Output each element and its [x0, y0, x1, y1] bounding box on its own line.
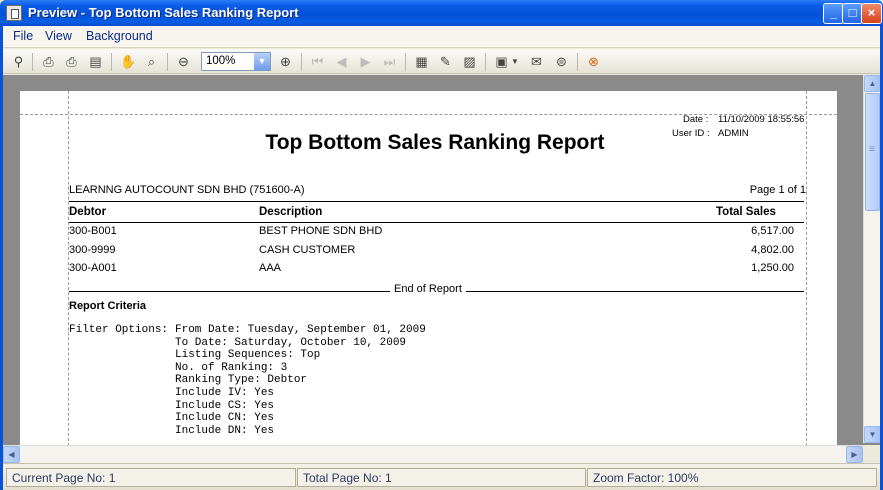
description-cell: BEST PHONE SDN BHD — [259, 225, 383, 237]
toolbar-separator — [301, 53, 302, 71]
status-bar: Current Page No: 1 Total Page No: 1 Zoom… — [3, 463, 880, 490]
scroll-right-icon[interactable]: ▶ — [846, 446, 863, 463]
description-cell: AAA — [259, 262, 282, 274]
filter-line: Include IV: Yes — [175, 387, 275, 399]
page-setup-icon[interactable]: ▤ — [87, 53, 104, 70]
total-sales-cell: 4,802.00 — [751, 244, 794, 256]
close-button[interactable]: × — [861, 3, 882, 24]
multiple-pages-icon[interactable]: ▦ — [413, 53, 430, 70]
total-sales-cell: 6,517.00 — [751, 225, 794, 237]
header-rule — [69, 222, 804, 223]
menu-file[interactable]: File — [13, 29, 33, 43]
first-page-icon[interactable]: ⏮ — [309, 53, 326, 70]
status-current-page: Current Page No: 1 — [6, 468, 296, 487]
zoom-in-icon[interactable]: ⊕ — [277, 53, 294, 70]
zoom-select[interactable]: 100% ▼ — [201, 52, 271, 71]
filter-line: From Date: Tuesday, September 01, 2009 — [175, 324, 426, 336]
menu-background[interactable]: Background — [86, 29, 153, 43]
page-info: Page 1 of 1 — [749, 184, 806, 196]
scrollbar-corner — [863, 445, 880, 463]
filter-line: To Date: Saturday, October 10, 2009 — [175, 336, 407, 349]
magnifier-icon[interactable]: ⌕ — [143, 53, 160, 70]
toolbar-separator — [111, 53, 112, 71]
zoom-out-icon[interactable]: ⊖ — [175, 53, 192, 70]
date-label: Date : — [683, 114, 709, 125]
company-name: LEARNNG AUTOCOUNT SDN BHD (751600-A) — [69, 184, 305, 196]
print-icon[interactable]: ⎙ — [63, 53, 80, 70]
scroll-down-icon[interactable]: ▼ — [864, 426, 880, 443]
status-total-page: Total Page No: 1 — [297, 468, 586, 487]
report-criteria-title: Report Criteria — [69, 300, 147, 312]
close-preview-icon[interactable]: ⊗ — [585, 53, 602, 70]
debtor-cell: 300-A001 — [69, 262, 117, 274]
next-page-icon[interactable]: ▶ — [357, 53, 374, 70]
preview-area[interactable]: Date : 11/10/2009 18:55:56 User ID : ADM… — [3, 75, 880, 463]
toolbar-separator — [485, 53, 486, 71]
watermark-icon[interactable]: ▨ — [461, 53, 478, 70]
debtor-cell: 300-B001 — [69, 225, 117, 237]
filter-line: Include CN: Yes — [175, 412, 275, 425]
send-email-icon[interactable]: ✉ — [528, 53, 545, 70]
find-icon[interactable]: ⚲ — [10, 53, 27, 70]
window-client: File View Background ⚲ ⎙ ⎙ ▤ ✋ ⌕ ⊖ 100% … — [3, 26, 880, 490]
minimize-button[interactable]: _ — [823, 3, 844, 24]
report-page: Date : 11/10/2009 18:55:56 User ID : ADM… — [20, 91, 837, 451]
app-icon[interactable] — [6, 5, 22, 21]
toolbar-separator — [577, 53, 578, 71]
chevron-down-icon[interactable]: ▼ — [254, 53, 270, 70]
filter-options-label: Filter Options: — [69, 324, 169, 336]
hand-tool-icon[interactable]: ✋ — [120, 53, 137, 70]
report-title: Top Bottom Sales Ranking Report — [265, 131, 605, 154]
column-total-sales: Total Sales — [716, 206, 776, 218]
export-icon[interactable]: ▣ — [493, 53, 510, 70]
debtor-cell: 300-9999 — [69, 244, 116, 256]
previous-page-icon[interactable]: ◀ — [333, 53, 350, 70]
toolbar-separator — [167, 53, 168, 71]
window-title: Preview - Top Bottom Sales Ranking Repor… — [28, 5, 299, 20]
filter-line: Ranking Type: Debtor — [175, 374, 308, 387]
filter-line: Listing Sequences: Top — [175, 349, 321, 362]
scrollbar-thumb[interactable] — [865, 93, 880, 211]
header-rule — [69, 201, 804, 202]
print-setup-icon[interactable]: ⎙ — [40, 53, 57, 70]
column-debtor: Debtor — [69, 206, 107, 218]
description-cell: CASH CUSTOMER — [259, 244, 356, 256]
margin-guide — [20, 114, 837, 115]
scroll-up-icon[interactable]: ▲ — [864, 75, 880, 92]
maximize-button[interactable]: □ — [842, 3, 863, 24]
filter-line: Include DN: Yes — [175, 424, 275, 437]
column-description: Description — [259, 206, 323, 218]
chevron-down-icon[interactable]: ▼ — [510, 53, 520, 70]
open-icon[interactable]: ⊜ — [553, 53, 570, 70]
status-zoom-factor: Zoom Factor: 100% — [587, 468, 877, 487]
color-icon[interactable]: ✎ — [437, 53, 454, 70]
total-sales-cell: 1,250.00 — [751, 262, 794, 274]
filter-line: Include CS: Yes — [175, 399, 275, 412]
horizontal-scrollbar[interactable]: ◀ ▶ — [3, 445, 863, 463]
title-bar[interactable]: Preview - Top Bottom Sales Ranking Repor… — [0, 0, 883, 26]
date-value: 11/10/2009 18:55:56 — [718, 114, 805, 125]
menu-bar: File View Background — [3, 26, 880, 48]
end-of-report: End of Report — [390, 283, 466, 295]
toolbar: ⚲ ⎙ ⎙ ▤ ✋ ⌕ ⊖ 100% ▼ ⊕ ⏮ ◀ ▶ ⏭ ▦ ✎ ▨ ▣ ▼… — [3, 49, 880, 74]
preview-window: Preview - Top Bottom Sales Ranking Repor… — [0, 0, 883, 490]
menu-view[interactable]: View — [45, 29, 72, 43]
last-page-icon[interactable]: ⏭ — [381, 53, 398, 70]
filter-line: No. of Ranking: 3 — [175, 361, 288, 374]
toolbar-separator — [32, 53, 33, 71]
vertical-scrollbar[interactable]: ▲ ▼ — [863, 75, 880, 443]
toolbar-separator — [405, 53, 406, 71]
scroll-left-icon[interactable]: ◀ — [3, 446, 20, 463]
zoom-value: 100% — [206, 55, 236, 67]
